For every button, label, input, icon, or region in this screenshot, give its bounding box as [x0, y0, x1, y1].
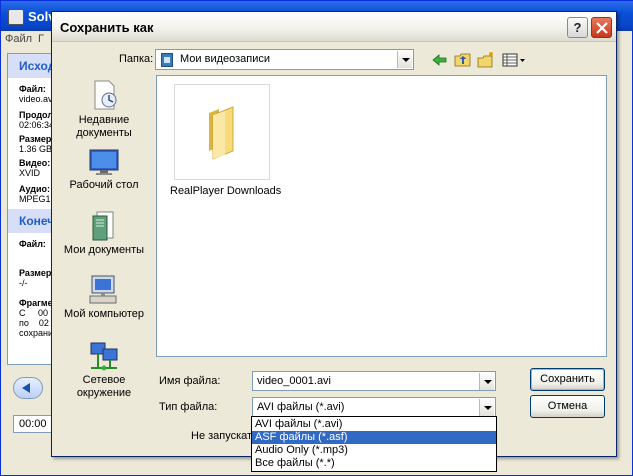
- place-my-computer[interactable]: Мой компьютер: [58, 274, 150, 321]
- menu-other[interactable]: Г: [38, 33, 44, 45]
- app-icon: [8, 9, 24, 25]
- dialog-titlebar: Сохранить как ?: [52, 12, 616, 42]
- close-icon: [596, 22, 608, 34]
- chevron-down-icon[interactable]: [479, 373, 494, 390]
- views-icon: [502, 53, 525, 67]
- info-field: Видео: XVID: [19, 158, 51, 178]
- cancel-button[interactable]: Отмена: [530, 395, 605, 418]
- recent-documents-icon: [94, 80, 117, 110]
- menu-file[interactable]: Файл: [5, 33, 32, 45]
- close-button[interactable]: [591, 17, 612, 38]
- folder-thumbnail: [174, 84, 270, 180]
- save-as-dialog: Сохранить как ? Папка: Мои видеозаписи Н…: [51, 11, 617, 457]
- network-icon: [90, 342, 118, 371]
- new-folder-icon: [477, 52, 493, 68]
- up-folder-button[interactable]: [453, 51, 473, 69]
- video-folder-icon: [161, 53, 173, 67]
- filename-value: video_0001.avi: [257, 375, 332, 387]
- filetype-option[interactable]: AVI файлы (*.avi): [252, 418, 496, 431]
- filetype-option[interactable]: Audio Only (*.mp3): [252, 444, 496, 457]
- place-label: Рабочий стол: [69, 179, 139, 191]
- filename-input[interactable]: video_0001.avi: [252, 371, 496, 391]
- my-documents-icon: [92, 211, 114, 241]
- place-network[interactable]: Сетевое окружение: [58, 340, 150, 400]
- chevron-down-icon[interactable]: [397, 51, 412, 68]
- dialog-title: Сохранить как: [60, 20, 154, 35]
- place-label: Недавние документы: [76, 114, 132, 139]
- folder-select[interactable]: Мои видеозаписи: [155, 49, 414, 70]
- info-field: Продол 02:06:34: [19, 110, 55, 130]
- info-field: Файл:: [19, 239, 46, 249]
- place-recent-documents[interactable]: Недавние документы: [58, 78, 150, 140]
- views-menu-button[interactable]: [501, 51, 527, 69]
- place-my-documents[interactable]: Мои документы: [58, 208, 150, 257]
- info-field: Аудио: MPEG1: [19, 184, 51, 204]
- chevron-down-icon[interactable]: [479, 399, 494, 416]
- info-field: Файл: video.av: [19, 84, 53, 104]
- rewind-button[interactable]: [13, 377, 43, 399]
- up-folder-icon: [454, 53, 471, 67]
- background-info-panel: Исход Файл: video.av Продол 02:06:34 Разме…: [7, 53, 58, 365]
- info-field: Размер 1.36 GB: [19, 134, 53, 154]
- save-button[interactable]: Сохранить: [530, 368, 605, 391]
- desktop-icon: [89, 149, 119, 175]
- filename-label: Имя файла:: [159, 375, 221, 387]
- folder-icon: [209, 106, 234, 160]
- place-label: Мой компьютер: [63, 308, 145, 320]
- time-field[interactable]: 00:00: [13, 415, 53, 433]
- back-button[interactable]: [430, 51, 450, 69]
- info-field: Фрагме С 00 по 02 сохрани: [19, 298, 54, 338]
- filetype-select[interactable]: AVI файлы (*.avi): [252, 397, 496, 417]
- place-label: Мои документы: [63, 244, 145, 256]
- file-item-label: RealPlayer Downloads: [170, 185, 282, 197]
- no-start-checkbox-label[interactable]: Не запускат: [191, 430, 252, 442]
- back-arrow-icon: [432, 54, 447, 66]
- filetype-label: Тип файла:: [159, 401, 218, 413]
- folder-select-value: Мои видеозаписи: [180, 53, 271, 65]
- place-desktop[interactable]: Рабочий стол: [58, 147, 150, 192]
- help-button[interactable]: ?: [567, 17, 588, 38]
- filetype-option[interactable]: Все файлы (*.*): [252, 457, 496, 470]
- filetype-dropdown-list[interactable]: AVI файлы (*.avi) ASF файлы (*.asf) Audi…: [251, 416, 497, 472]
- info-field: Размер -/-: [19, 268, 52, 288]
- filetype-value: AVI файлы (*.avi): [257, 401, 345, 413]
- place-label: Сетевое окружение: [76, 374, 132, 399]
- my-computer-icon: [89, 275, 117, 304]
- file-list-view[interactable]: RealPlayer Downloads: [156, 75, 607, 357]
- folder-label: Папка:: [119, 53, 154, 65]
- new-folder-button[interactable]: [476, 51, 496, 69]
- file-item-folder[interactable]: RealPlayer Downloads: [167, 84, 281, 197]
- filetype-option-selected[interactable]: ASF файлы (*.asf): [252, 431, 496, 444]
